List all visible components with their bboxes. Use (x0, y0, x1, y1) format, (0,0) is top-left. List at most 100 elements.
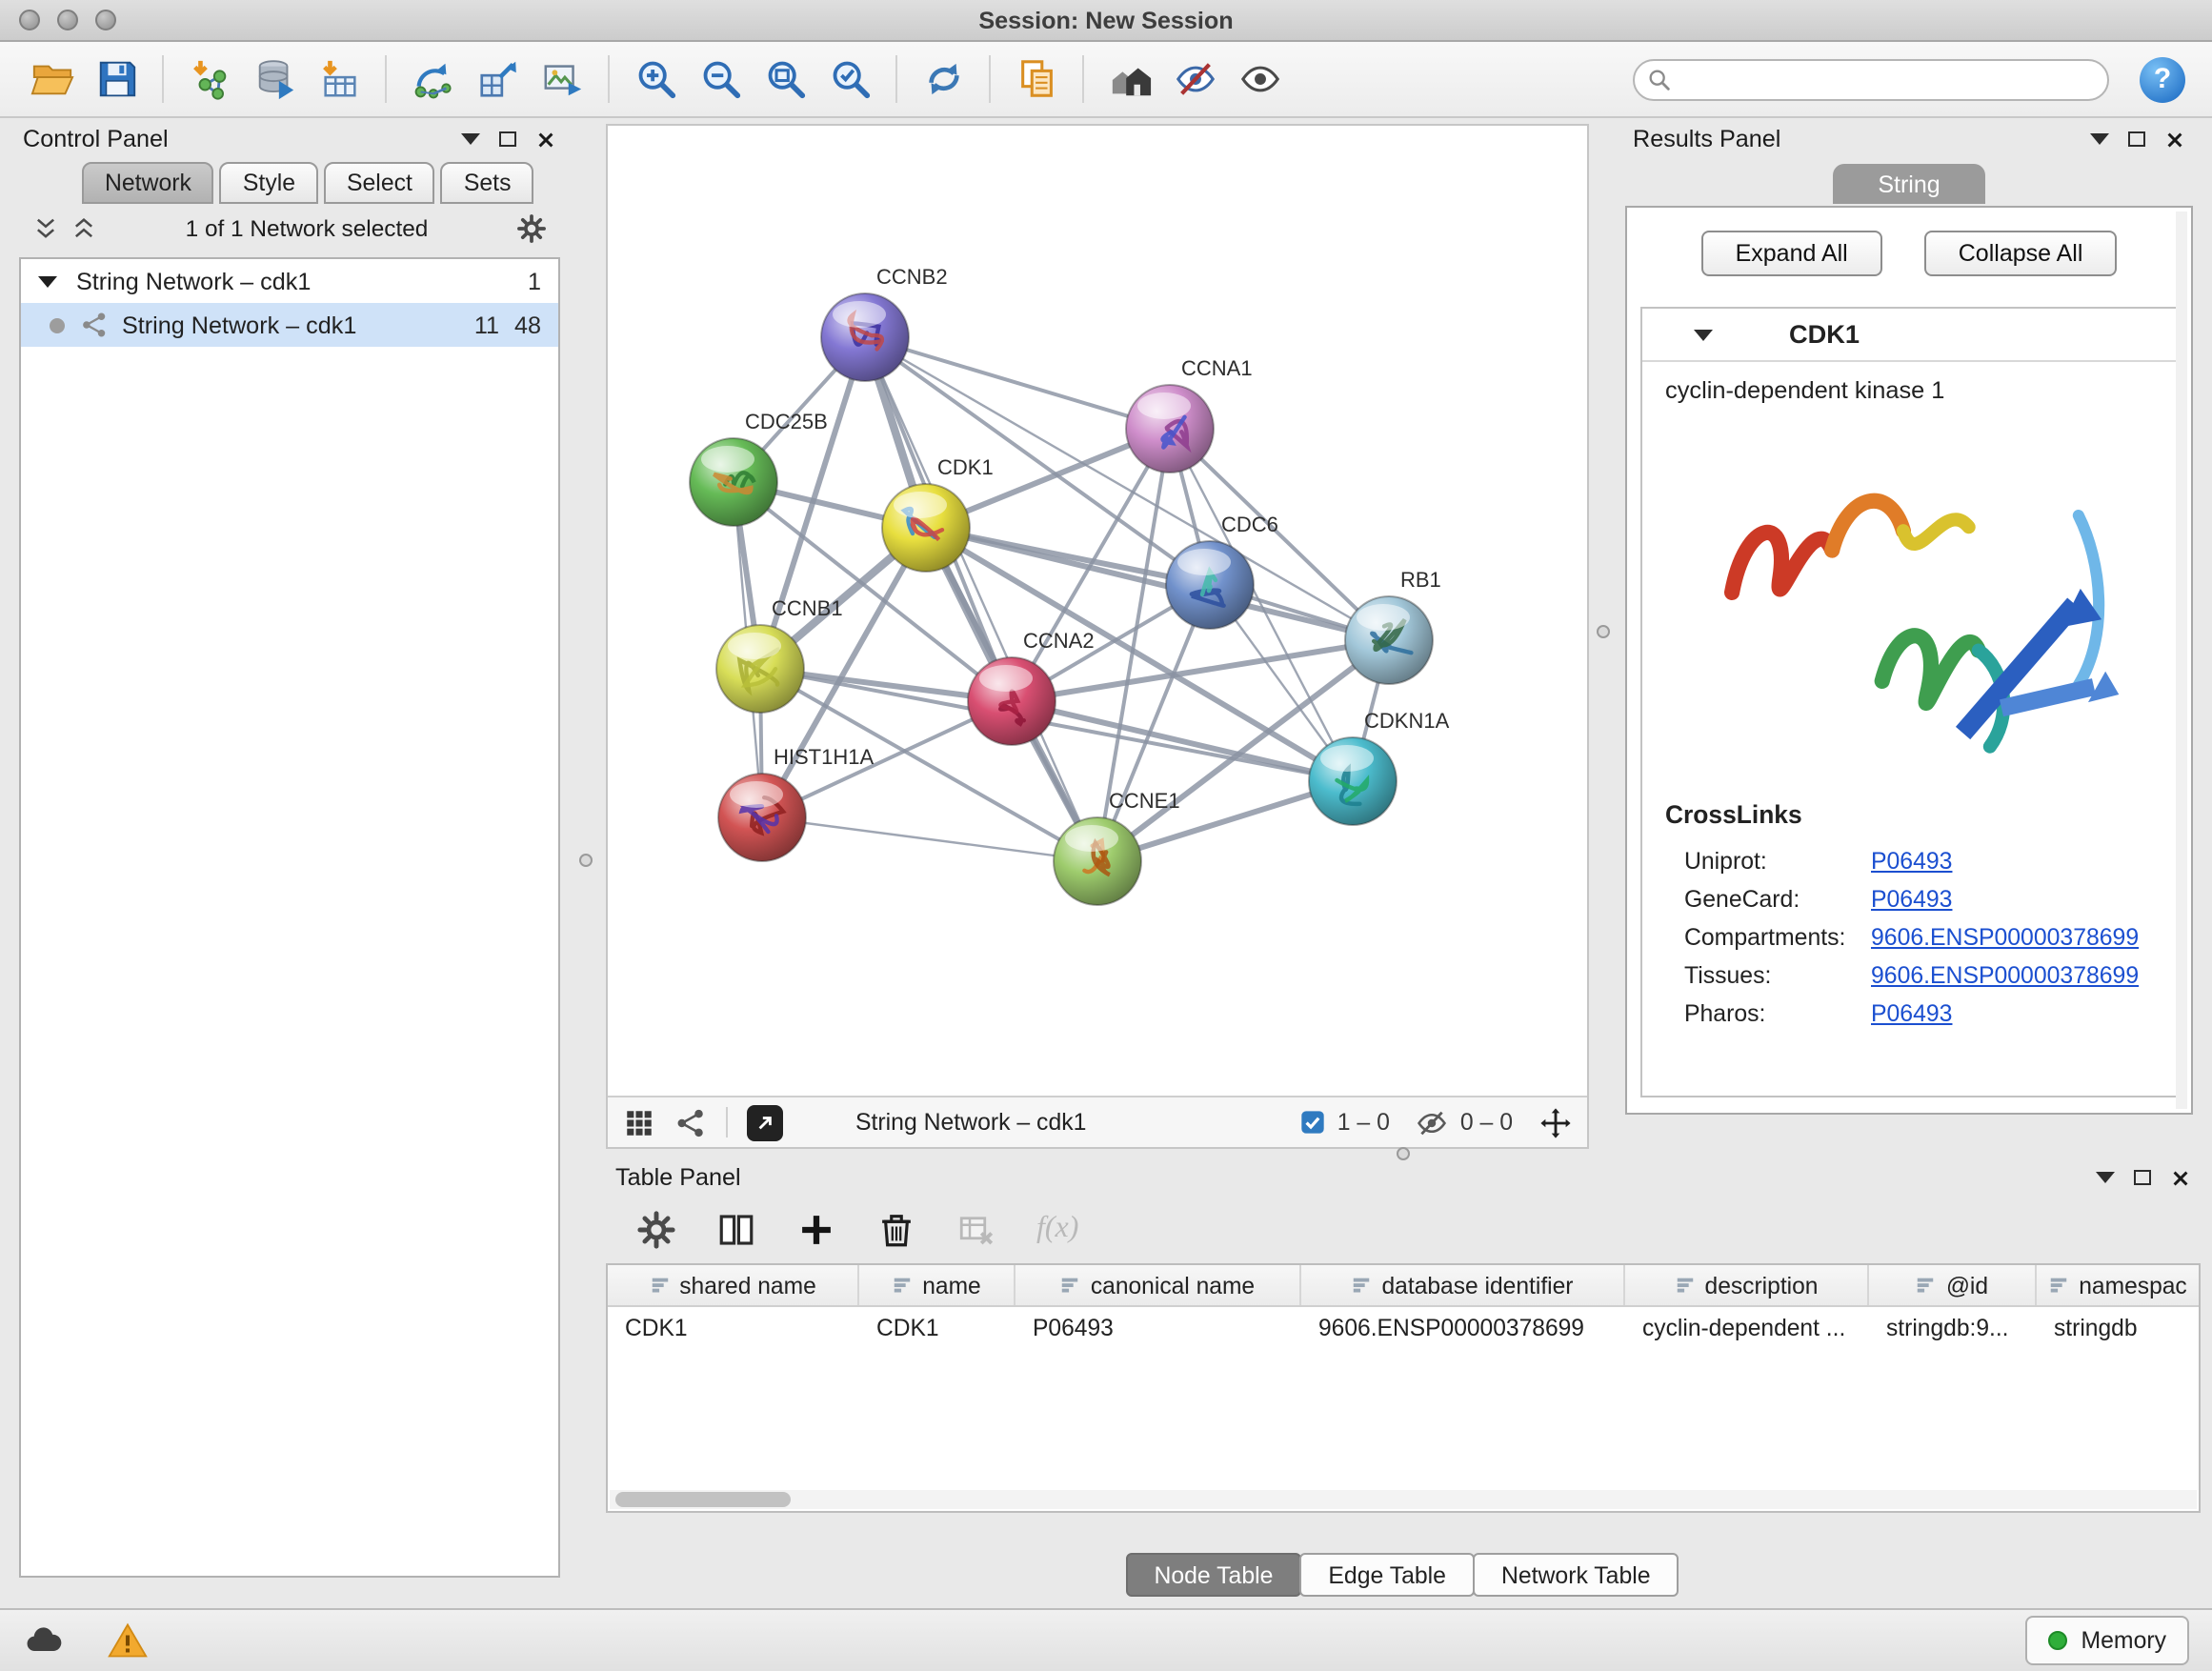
tab-string[interactable]: String (1833, 164, 1985, 204)
collapse-panel-icon[interactable] (461, 133, 480, 145)
table-cell[interactable]: P06493 (1016, 1314, 1301, 1340)
houses-icon[interactable] (1097, 50, 1162, 109)
table-cell[interactable]: stringdb:9... (1869, 1314, 2037, 1340)
refresh-layout-icon[interactable] (911, 50, 975, 109)
collapse-all-networks-icon[interactable] (70, 214, 97, 241)
hide-eye-icon[interactable] (1162, 50, 1227, 109)
close-panel-icon[interactable] (2170, 1167, 2191, 1188)
expand-all-networks-icon[interactable] (32, 214, 59, 241)
gear-icon[interactable] (636, 1209, 676, 1249)
network-graph[interactable]: CCNB2CCNA1CDC25BCDK1CDC6RB1CCNB1CCNA2CDK… (608, 126, 1587, 1096)
network-row[interactable]: String Network – cdk1 11 48 (21, 303, 558, 347)
import-network-file-icon[interactable] (177, 50, 242, 109)
crosslink-value-link[interactable]: 9606.ENSP00000378699 (1871, 962, 2139, 989)
zoom-fit-icon[interactable] (753, 50, 817, 109)
column-header-2[interactable]: canonical name (1016, 1265, 1301, 1305)
table-cell[interactable]: 9606.ENSP00000378699 (1301, 1314, 1625, 1340)
birds-eye-view-icon[interactable] (623, 1106, 655, 1138)
help-button[interactable]: ? (2140, 56, 2185, 102)
tree-expander-icon[interactable] (38, 275, 57, 287)
horizontal-splitter-handle[interactable] (1397, 1147, 1410, 1160)
table-cell[interactable]: cyclin-dependent ... (1625, 1314, 1869, 1340)
table-horizontal-scrollbar[interactable] (610, 1490, 2197, 1509)
table-cell[interactable]: CDK1 (608, 1314, 859, 1340)
expand-all-button[interactable]: Expand All (1701, 231, 1882, 276)
detach-view-button[interactable] (747, 1104, 783, 1140)
columns-icon[interactable] (716, 1209, 756, 1249)
zoom-window-button[interactable] (95, 10, 116, 30)
tab-style[interactable]: Style (220, 162, 318, 204)
column-header-3[interactable]: database identifier (1301, 1265, 1625, 1305)
network-options-gear-icon[interactable] (516, 212, 547, 243)
close-panel-icon[interactable] (2164, 129, 2185, 150)
section-collapse-icon[interactable] (1694, 329, 1713, 340)
open-session-icon[interactable] (19, 50, 84, 109)
collapse-panel-icon[interactable] (2090, 133, 2109, 145)
collapse-panel-icon[interactable] (2096, 1172, 2115, 1183)
float-panel-icon[interactable] (2128, 131, 2145, 147)
search-input[interactable] (1633, 58, 2109, 100)
tab-node-table[interactable]: Node Table (1125, 1553, 1301, 1597)
table-cell[interactable]: stringdb (2037, 1314, 2201, 1340)
table-tabs: Node TableEdge TableNetwork Table (606, 1553, 2201, 1597)
zoom-out-icon[interactable] (688, 50, 753, 109)
network-edge[interactable] (865, 337, 1170, 429)
network-canvas[interactable]: CCNB2CCNA1CDC25BCDK1CDC6RB1CCNB1CCNA2CDK… (608, 126, 1587, 1096)
node-label: CCNA1 (1181, 356, 1253, 380)
crosslink-value-link[interactable]: P06493 (1871, 848, 1952, 875)
tab-network-table[interactable]: Network Table (1473, 1553, 1679, 1597)
new-network-view-icon[interactable] (465, 50, 530, 109)
tab-edge-table[interactable]: Edge Table (1299, 1553, 1475, 1597)
protein-section-header[interactable]: CDK1 (1642, 309, 2176, 362)
network-overview-icon[interactable] (674, 1106, 707, 1138)
tab-select[interactable]: Select (324, 162, 435, 204)
table-panel-header: Table Panel (606, 1160, 2201, 1195)
first-neighbors-icon[interactable] (400, 50, 465, 109)
import-network-database-icon[interactable] (242, 50, 307, 109)
close-panel-icon[interactable] (535, 129, 556, 150)
close-window-button[interactable] (19, 10, 40, 30)
crosslink-value-link[interactable]: P06493 (1871, 1000, 1952, 1027)
collapse-all-button[interactable]: Collapse All (1924, 231, 2118, 276)
hidden-eye-icon[interactable] (1417, 1106, 1449, 1138)
toolbar-separator (162, 55, 164, 103)
tab-sets[interactable]: Sets (441, 162, 534, 204)
network-edge[interactable] (926, 528, 1389, 640)
memory-button[interactable]: Memory (2026, 1616, 2190, 1665)
network-label: String Network – cdk1 (122, 312, 356, 338)
column-header-6[interactable]: namespac (2037, 1265, 2201, 1305)
export-image-icon[interactable] (530, 50, 594, 109)
network-edge[interactable] (865, 337, 1097, 861)
tab-network[interactable]: Network (82, 162, 214, 204)
cloud-status-icon[interactable] (23, 1620, 65, 1661)
float-panel-icon[interactable] (499, 131, 516, 147)
network-edge[interactable] (1012, 701, 1353, 781)
export-document-icon[interactable] (1004, 50, 1069, 109)
warning-icon[interactable] (107, 1620, 149, 1661)
column-header-1[interactable]: name (859, 1265, 1016, 1305)
table-cell[interactable]: CDK1 (859, 1314, 1016, 1340)
vertical-splitter-handle[interactable] (579, 854, 593, 867)
network-collection-row[interactable]: String Network – cdk1 1 (21, 259, 558, 303)
table-row[interactable]: CDK1CDK1P064939606.ENSP00000378699cyclin… (608, 1307, 2199, 1347)
crosslink-value-link[interactable]: P06493 (1871, 886, 1952, 913)
save-session-icon[interactable] (84, 50, 149, 109)
column-header-4[interactable]: description (1625, 1265, 1869, 1305)
results-scrollbar[interactable] (2176, 211, 2187, 1109)
plus-icon[interactable] (796, 1209, 836, 1249)
float-panel-icon[interactable] (2134, 1170, 2151, 1185)
vertical-splitter-handle[interactable] (1597, 625, 1610, 638)
show-eye-icon[interactable] (1227, 50, 1292, 109)
minimize-window-button[interactable] (57, 10, 78, 30)
crosslink-value-link[interactable]: 9606.ENSP00000378699 (1871, 924, 2139, 951)
network-edge[interactable] (762, 817, 1097, 861)
scrollbar-thumb[interactable] (615, 1492, 791, 1507)
trash-icon[interactable] (876, 1209, 916, 1249)
selected-checkbox-icon[interactable] (1299, 1109, 1326, 1136)
import-table-icon[interactable] (307, 50, 372, 109)
column-header-5[interactable]: @id (1869, 1265, 2037, 1305)
column-header-0[interactable]: shared name (608, 1265, 859, 1305)
zoom-selected-icon[interactable] (817, 50, 882, 109)
fit-move-icon[interactable] (1539, 1106, 1572, 1138)
zoom-in-icon[interactable] (623, 50, 688, 109)
